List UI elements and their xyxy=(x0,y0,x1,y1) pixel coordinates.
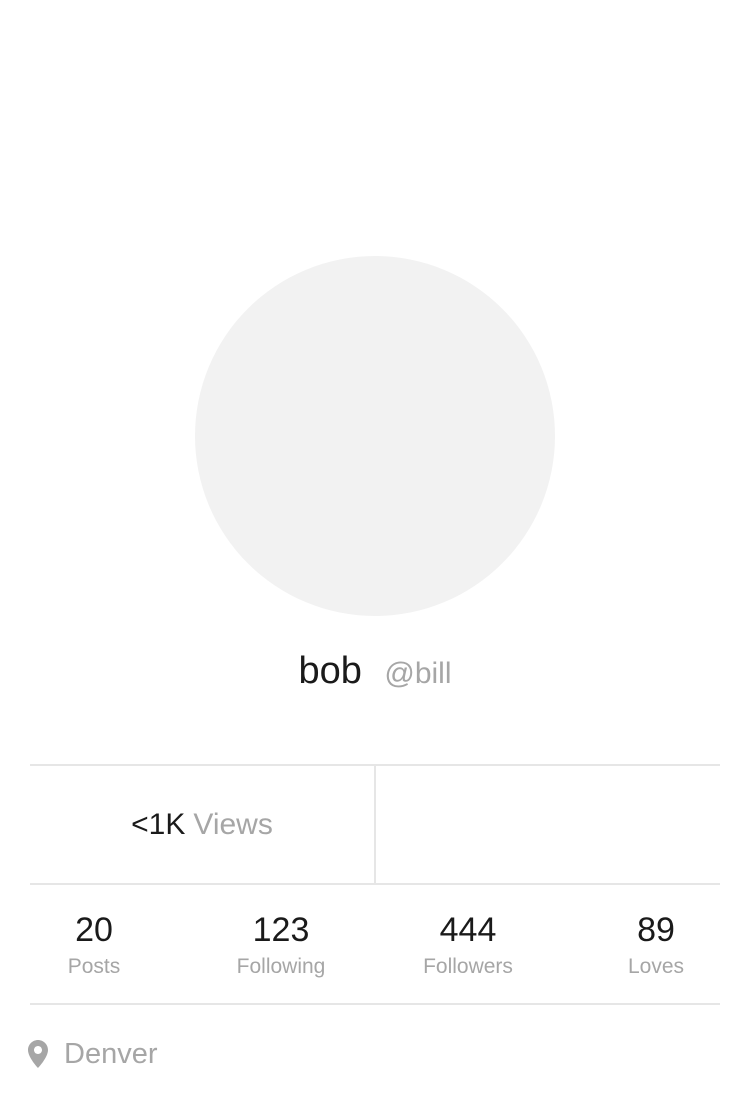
stat-value: 89 xyxy=(637,911,675,949)
location-row: Denver xyxy=(28,1034,158,1074)
stat-following[interactable]: 123 Following xyxy=(191,905,371,979)
stat-posts[interactable]: 20 Posts xyxy=(4,905,184,979)
stat-label: Followers xyxy=(423,955,513,978)
stat-label: Loves xyxy=(627,955,685,978)
location-text: Denver xyxy=(64,1037,158,1070)
stat-label: Posts xyxy=(67,955,121,978)
username-handle: @bill xyxy=(384,657,452,690)
stat-label: Following xyxy=(236,955,326,978)
stat-value: 444 xyxy=(439,911,497,949)
display-name: bob xyxy=(298,650,362,692)
stat-value: 123 xyxy=(252,911,310,949)
views-empty-cell xyxy=(376,766,720,883)
views-count: <1K xyxy=(131,807,186,841)
location-pin-icon xyxy=(28,1040,48,1068)
views-stat: <1K Views xyxy=(30,766,374,883)
stat-value: 20 xyxy=(75,911,113,949)
avatar[interactable] xyxy=(195,256,555,616)
profile-name-row: bob @bill xyxy=(0,650,750,693)
divider-middle xyxy=(30,883,720,885)
divider-bottom xyxy=(30,1003,720,1005)
stat-loves[interactable]: 89 Loves xyxy=(566,905,746,979)
views-row: <1K Views xyxy=(30,766,720,883)
stat-followers[interactable]: 444 Followers xyxy=(378,905,558,979)
views-label: Views xyxy=(193,807,273,841)
